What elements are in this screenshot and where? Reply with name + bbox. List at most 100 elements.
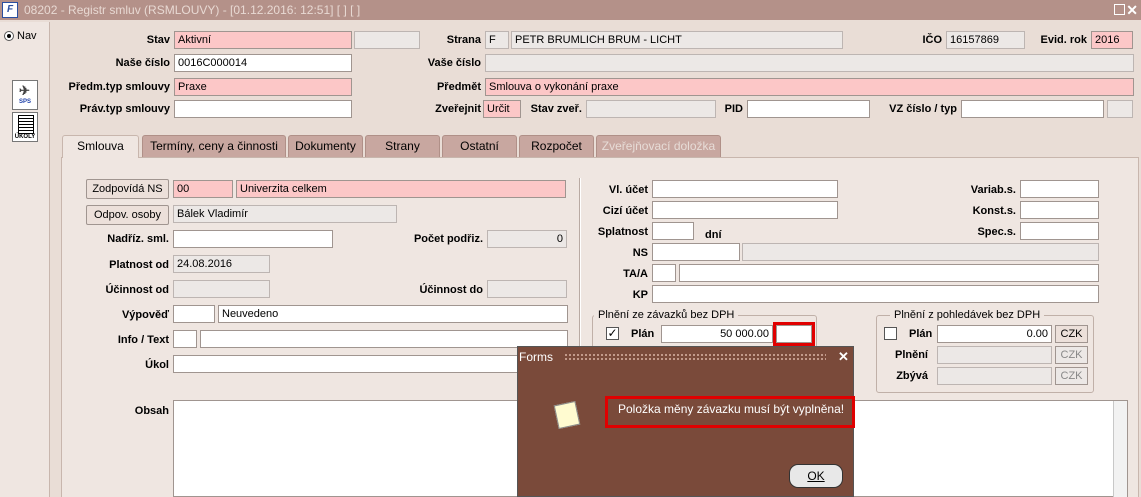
stav-extra-field[interactable]: [354, 31, 420, 49]
stav-zver-field[interactable]: [586, 100, 716, 118]
dialog-close-icon[interactable]: ✕: [838, 347, 849, 367]
strana-field[interactable]: PETR BRUMLICH BRUM - LICHT: [511, 31, 843, 49]
app-icon: F: [2, 2, 18, 18]
vz-cislo-field[interactable]: [961, 100, 1104, 118]
ico-label: IČO: [922, 34, 942, 46]
tab-dokumenty[interactable]: Dokumenty: [288, 135, 363, 157]
zbyva-mena: CZK: [1055, 367, 1088, 385]
ico-field[interactable]: 16157869: [946, 31, 1025, 49]
ucinnost-od-field[interactable]: [173, 280, 270, 298]
zodpovida-ns-field[interactable]: Univerzita celkem: [236, 180, 566, 198]
ucinnost-do-field[interactable]: [487, 280, 567, 298]
forms-dialog: Forms ✕ Položka měny závazku musí být vy…: [517, 346, 855, 497]
predm-typ-field[interactable]: Praxe: [174, 78, 352, 96]
ta-a-label: TA/A: [623, 268, 648, 280]
tab-ostatni[interactable]: Ostatní: [442, 135, 517, 157]
pid-label: PID: [724, 103, 743, 115]
cizi-ucet-field[interactable]: [652, 201, 838, 219]
stav-field[interactable]: Aktivní: [174, 31, 352, 49]
konst-s-label: Konst.s.: [972, 205, 1016, 217]
platnost-od-field[interactable]: 24.08.2016: [173, 255, 270, 273]
ukoly-button[interactable]: ÚKOLY: [12, 112, 38, 142]
plneni-zavazku-title: Plnění ze závazků bez DPH: [594, 309, 739, 321]
splatnost-unit: dní: [705, 229, 722, 241]
spec-s-field[interactable]: [1020, 222, 1099, 240]
dialog-message: Položka měny závazku musí být vyplněna!: [605, 396, 855, 428]
kp-field[interactable]: [652, 285, 1099, 303]
pocet-podriz-field[interactable]: 0: [487, 230, 567, 248]
info-code-field[interactable]: [173, 330, 197, 348]
vl-ucet-field[interactable]: [652, 180, 838, 198]
vz-typ-field[interactable]: [1107, 100, 1133, 118]
kp-label: KP: [632, 289, 648, 301]
close-window-icon[interactable]: ✕: [1126, 0, 1138, 20]
zverejnit-label: Zveřejnit: [435, 103, 481, 115]
nase-cislo-field[interactable]: 0016C000014: [174, 54, 352, 72]
obsah-scrollbar[interactable]: [1113, 401, 1127, 497]
mena-zavazku-field[interactable]: [773, 322, 815, 346]
odpov-osoby-field[interactable]: Bálek Vladimír: [173, 205, 397, 223]
pid-field[interactable]: [747, 100, 870, 118]
splatnost-label: Splatnost: [597, 226, 648, 238]
plan-pohledavek-mena[interactable]: CZK: [1055, 325, 1088, 343]
stav-label: Stav: [146, 34, 170, 46]
vl-ucet-label: Vl. účet: [608, 184, 648, 196]
spec-s-label: Spec.s.: [977, 226, 1016, 238]
nase-cislo-label: Naše číslo: [115, 57, 170, 69]
ta-a-field[interactable]: [652, 264, 676, 282]
plan-zavazku-checkbox[interactable]: ✓: [606, 327, 619, 340]
nadriz-sml-label: Nadříz. sml.: [107, 233, 169, 245]
plan-pohledavek-field[interactable]: 0.00: [937, 325, 1052, 343]
tab-rozpocet[interactable]: Rozpočet: [519, 135, 594, 157]
predmet-field[interactable]: Smlouva o vykonání praxe: [485, 78, 1134, 96]
ukol-field[interactable]: [173, 355, 518, 373]
info-text-field[interactable]: [200, 330, 568, 348]
ucinnost-od-label: Účinnost od: [105, 284, 169, 296]
plneni-label: Plnění: [894, 349, 928, 361]
splatnost-field[interactable]: [652, 222, 694, 240]
dialog-drag-handle[interactable]: [564, 353, 826, 361]
tab-terminy[interactable]: Termíny, ceny a činnosti: [142, 135, 286, 157]
ok-button[interactable]: OK: [789, 464, 843, 488]
predmet-label: Předmět: [436, 81, 481, 93]
tab-strany[interactable]: Strany: [365, 135, 440, 157]
plan-pohledavek-checkbox[interactable]: [884, 327, 897, 340]
zodpovida-ns-code-field[interactable]: 00: [173, 180, 233, 198]
nav-radio[interactable]: [4, 31, 14, 41]
vypoved-field[interactable]: Neuvedeno: [218, 305, 568, 323]
cizi-ucet-label: Cizí účet: [602, 205, 648, 217]
plan-zavazku-field[interactable]: 50 000.00: [661, 325, 773, 343]
zodpovida-ns-button[interactable]: Zodpovídá NS: [86, 179, 169, 199]
nadriz-sml-field[interactable]: [173, 230, 333, 248]
evid-rok-label: Evid. rok: [1040, 34, 1087, 46]
plneni-pohledavek-title: Plnění z pohledávek bez DPH: [890, 309, 1045, 321]
evid-rok-field[interactable]: 2016: [1091, 31, 1133, 49]
variab-s-field[interactable]: [1020, 180, 1099, 198]
platnost-od-label: Platnost od: [109, 259, 169, 271]
plneni-field[interactable]: [937, 346, 1052, 364]
zbyva-label: Zbývá: [896, 370, 928, 382]
konst-s-field[interactable]: [1020, 201, 1099, 219]
sps-button[interactable]: SPS: [12, 80, 38, 110]
zbyva-field[interactable]: [937, 367, 1052, 385]
vypoved-label: Výpověď: [121, 309, 169, 321]
zverejnit-field[interactable]: Určit: [483, 100, 521, 118]
restore-window-icon[interactable]: [1114, 4, 1125, 15]
ta-a-desc-field[interactable]: [679, 264, 1099, 282]
pocet-podriz-label: Počet podřiz.: [413, 233, 483, 245]
ucinnost-do-label: Účinnost do: [419, 284, 483, 296]
strana-code-field[interactable]: F: [485, 31, 509, 49]
ns-field[interactable]: [652, 243, 740, 261]
dialog-titlebar[interactable]: Forms ✕: [518, 347, 853, 367]
window-titlebar: F 08202 - Registr smluv (RSMLOUVY) - [01…: [0, 0, 1141, 20]
vz-cislo-label: VZ číslo / typ: [889, 103, 957, 115]
vase-cislo-field[interactable]: [485, 54, 1134, 72]
vypoved-code-field[interactable]: [173, 305, 215, 323]
prav-typ-label: Práv.typ smlouvy: [79, 103, 170, 115]
prav-typ-field[interactable]: [174, 100, 352, 118]
dialog-title: Forms: [519, 350, 553, 364]
ns-desc-field[interactable]: [742, 243, 1099, 261]
ns-label: NS: [632, 247, 648, 259]
tab-smlouva[interactable]: Smlouva: [62, 135, 139, 158]
odpov-osoby-button[interactable]: Odpov. osoby: [86, 205, 169, 225]
